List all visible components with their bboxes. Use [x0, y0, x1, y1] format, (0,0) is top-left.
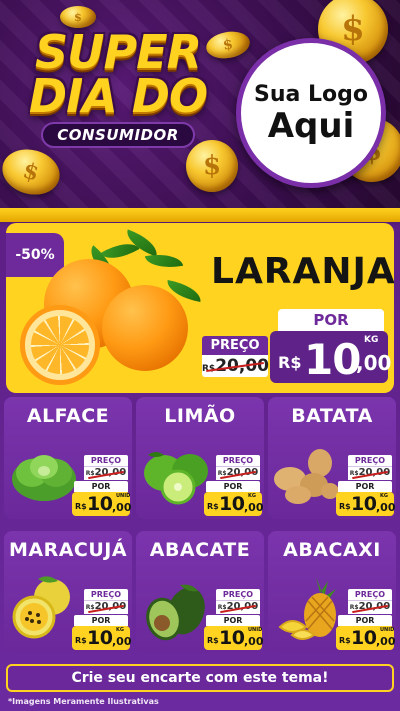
product-card-batata: BATATA PREÇO R$20,00 POR R$ 10,00 KG [268, 397, 396, 519]
logo-placeholder: Sua Logo Aqui [236, 38, 386, 188]
preco-label: PREÇO [202, 336, 268, 355]
price-integer: 10 [304, 335, 361, 384]
old-price-tag: PREÇO R$20,00 [84, 589, 128, 614]
product-name: BATATA [291, 405, 373, 427]
old-price: R$20,00 [202, 355, 269, 377]
por-label: POR [206, 481, 260, 492]
product-name: ABACAXI [283, 539, 381, 561]
product-price: R$ 10,00 UNID [204, 626, 264, 650]
product-name: ABACATE [149, 539, 251, 561]
product-card-abacaxi: ABACAXI PREÇO R$20,00 POR R$ 10,00 UNID [268, 531, 396, 653]
old-price-tag: PREÇO R$20,00 [348, 455, 392, 480]
product-card-limao: LIMÃO PREÇO R$20,00 POR R$ 10,00 KG [136, 397, 264, 519]
title-subtitle: CONSUMIDOR [41, 122, 195, 148]
price-decimal: ,00 [356, 351, 392, 375]
por-label: POR [338, 615, 392, 626]
old-price-tag: PREÇO R$20,00 [348, 589, 392, 614]
potato-image [270, 447, 344, 507]
disclaimer-note: *Imagens Meramente Ilustrativas [8, 697, 159, 706]
gold-coin-icon: $ [0, 143, 65, 201]
por-label: POR [74, 615, 128, 626]
product-price: R$ 10,00 UNID [72, 492, 132, 516]
lime-image [142, 447, 210, 505]
price-currency: R$ [278, 353, 302, 372]
product-price: R$ 10,00 KG [336, 492, 396, 516]
old-price-tag: PREÇO R$20,00 [202, 336, 269, 377]
por-label: POR [206, 615, 260, 626]
header-divider [0, 208, 400, 222]
title-line-1: SUPER [34, 25, 202, 79]
por-label: POR [278, 309, 384, 331]
price-unit: KG [364, 335, 379, 345]
logo-line-1: Sua Logo [253, 82, 368, 107]
product-name: ALFACE [26, 405, 110, 427]
flyer-page: $ $ $ $ $ $ SUPER DIA DO CONSUMIDOR Sua … [0, 0, 400, 711]
lettuce-image [10, 447, 78, 503]
product-name: LIMÃO [164, 405, 236, 427]
product-card-alface: ALFACE PREÇO R$20,00 POR R$ 10,00 UNID [4, 397, 132, 519]
event-title: SUPER DIA DO CONSUMIDOR [18, 25, 218, 148]
title-line-2: DIA DO [28, 69, 208, 123]
product-price: R$ 10,00 UNID [336, 626, 396, 650]
old-price-tag: PREÇO R$20,00 [216, 455, 260, 480]
passion-fruit-image [8, 575, 78, 641]
logo-line-2: Aqui [267, 106, 355, 146]
product-price: R$ 10,00 KG [72, 626, 132, 650]
avocado-image [140, 583, 210, 643]
pineapple-image [272, 575, 342, 643]
por-label: POR [338, 481, 392, 492]
old-price-tag: PREÇO R$20,00 [216, 589, 260, 614]
por-label: POR [74, 481, 128, 492]
featured-name: LARANJA [211, 251, 394, 292]
featured-price: R$ 10 ,00 KG [270, 331, 392, 384]
product-name: MARACUJÁ [8, 539, 128, 561]
orange-image [6, 223, 206, 393]
header-banner: $ $ $ $ $ $ SUPER DIA DO CONSUMIDOR Sua … [0, 0, 400, 218]
product-card-abacate: ABACATE PREÇO R$20,00 POR R$ 10,00 UNID [136, 531, 264, 653]
old-price-tag: PREÇO R$20,00 [84, 455, 128, 480]
featured-product: -50% LARANJA PREÇO R$20,00 POR R$ 10 ,00… [6, 223, 394, 393]
product-price: R$ 10,00 KG [204, 492, 264, 516]
product-card-maracuja: MARACUJÁ PREÇO R$20,00 POR R$ 10,00 KG [4, 531, 132, 653]
create-flyer-button[interactable]: Crie seu encarte com este tema! [6, 664, 394, 692]
